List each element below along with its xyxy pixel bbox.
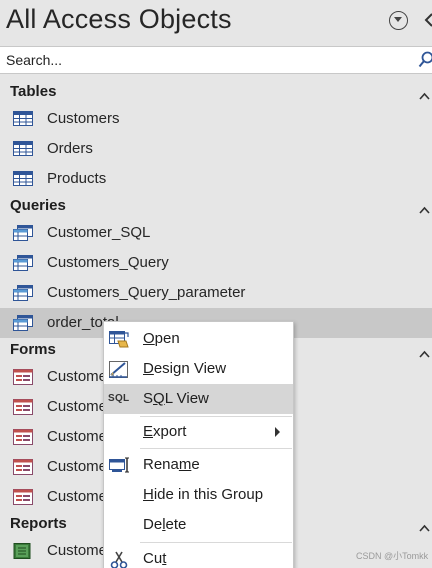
menu-item-label: Hide in this Group <box>143 486 264 503</box>
form-icon <box>13 489 33 510</box>
nav-item-table[interactable]: Customers <box>0 104 432 134</box>
nav-item-label: Customers <box>47 110 120 127</box>
query-icon <box>13 315 33 336</box>
chevron-up-icon[interactable] <box>419 519 430 537</box>
menu-item-label: Export <box>143 423 187 440</box>
submenu-arrow-icon <box>275 427 280 437</box>
group-label: Tables <box>10 83 57 100</box>
menu-item-label: Delete <box>143 516 187 533</box>
nav-item-query[interactable]: Customers_Query <box>0 248 432 278</box>
scissors-icon <box>109 551 131 568</box>
nav-item-table[interactable]: Products <box>0 164 432 194</box>
query-icon <box>13 225 33 246</box>
menu-item-label: Design View <box>143 360 227 377</box>
chevron-up-icon[interactable] <box>419 345 430 363</box>
watermark-text: CSDN @小Tomkk <box>356 551 429 561</box>
nav-item-label: Products <box>47 170 107 187</box>
pane-title[interactable]: All Access Objects <box>6 4 232 35</box>
menu-item-cut[interactable]: Cut <box>104 544 293 568</box>
table-icon <box>13 141 33 161</box>
form-icon <box>13 369 33 390</box>
design-view-icon <box>109 361 131 384</box>
search-input[interactable] <box>6 50 406 70</box>
menu-item-label: Cut <box>143 550 167 567</box>
menu-item-rename[interactable]: Rename <box>104 450 293 480</box>
chevron-up-icon[interactable] <box>419 201 430 219</box>
chevron-up-icon[interactable] <box>419 87 430 105</box>
menu-separator <box>140 542 292 543</box>
group-header-tables[interactable]: Tables <box>0 79 432 105</box>
menu-item-delete[interactable]: Delete <box>104 510 293 540</box>
context-menu: Open Design View SQL SQL View Export Ren… <box>103 321 294 568</box>
query-icon <box>13 285 33 306</box>
menu-item-label: Open <box>143 330 180 347</box>
nav-item-label: Customer_SQL <box>47 224 151 241</box>
menu-item-export[interactable]: Export <box>104 417 293 447</box>
form-icon <box>13 429 33 450</box>
menu-separator <box>140 448 292 449</box>
sql-icon: SQL <box>108 393 130 404</box>
table-icon <box>13 171 33 191</box>
nav-item-label: Orders <box>47 140 93 157</box>
navigation-pane-header: All Access Objects <box>0 0 432 46</box>
menu-item-hide-in-group[interactable]: Hide in this Group <box>104 480 293 510</box>
query-icon <box>13 255 33 276</box>
rename-icon <box>109 457 131 480</box>
group-label: Forms <box>10 341 56 358</box>
dropdown-circle-icon[interactable] <box>389 11 408 30</box>
report-icon <box>13 543 31 564</box>
nav-item-label: Customers_Query_parameter <box>47 284 246 301</box>
menu-item-open[interactable]: Open <box>104 324 293 354</box>
nav-item-label: Customers_Query <box>47 254 169 271</box>
table-icon <box>13 111 33 131</box>
form-icon <box>13 459 33 480</box>
menu-item-label: Rename <box>143 456 200 473</box>
magnifier-icon[interactable] <box>418 51 432 74</box>
group-label: Reports <box>10 515 67 532</box>
chevron-left-icon[interactable] <box>423 10 432 30</box>
nav-item-query[interactable]: Customers_Query_parameter <box>0 278 432 308</box>
nav-item-query[interactable]: Customer_SQL <box>0 218 432 248</box>
nav-item-table[interactable]: Orders <box>0 134 432 164</box>
menu-item-sql-view[interactable]: SQL SQL View <box>104 384 293 414</box>
group-header-queries[interactable]: Queries <box>0 193 432 219</box>
group-label: Queries <box>10 197 66 214</box>
form-icon <box>13 399 33 420</box>
open-form-icon <box>109 331 131 354</box>
menu-item-label: SQL View <box>143 390 209 407</box>
menu-item-design-view[interactable]: Design View <box>104 354 293 384</box>
search-bar <box>0 46 432 74</box>
